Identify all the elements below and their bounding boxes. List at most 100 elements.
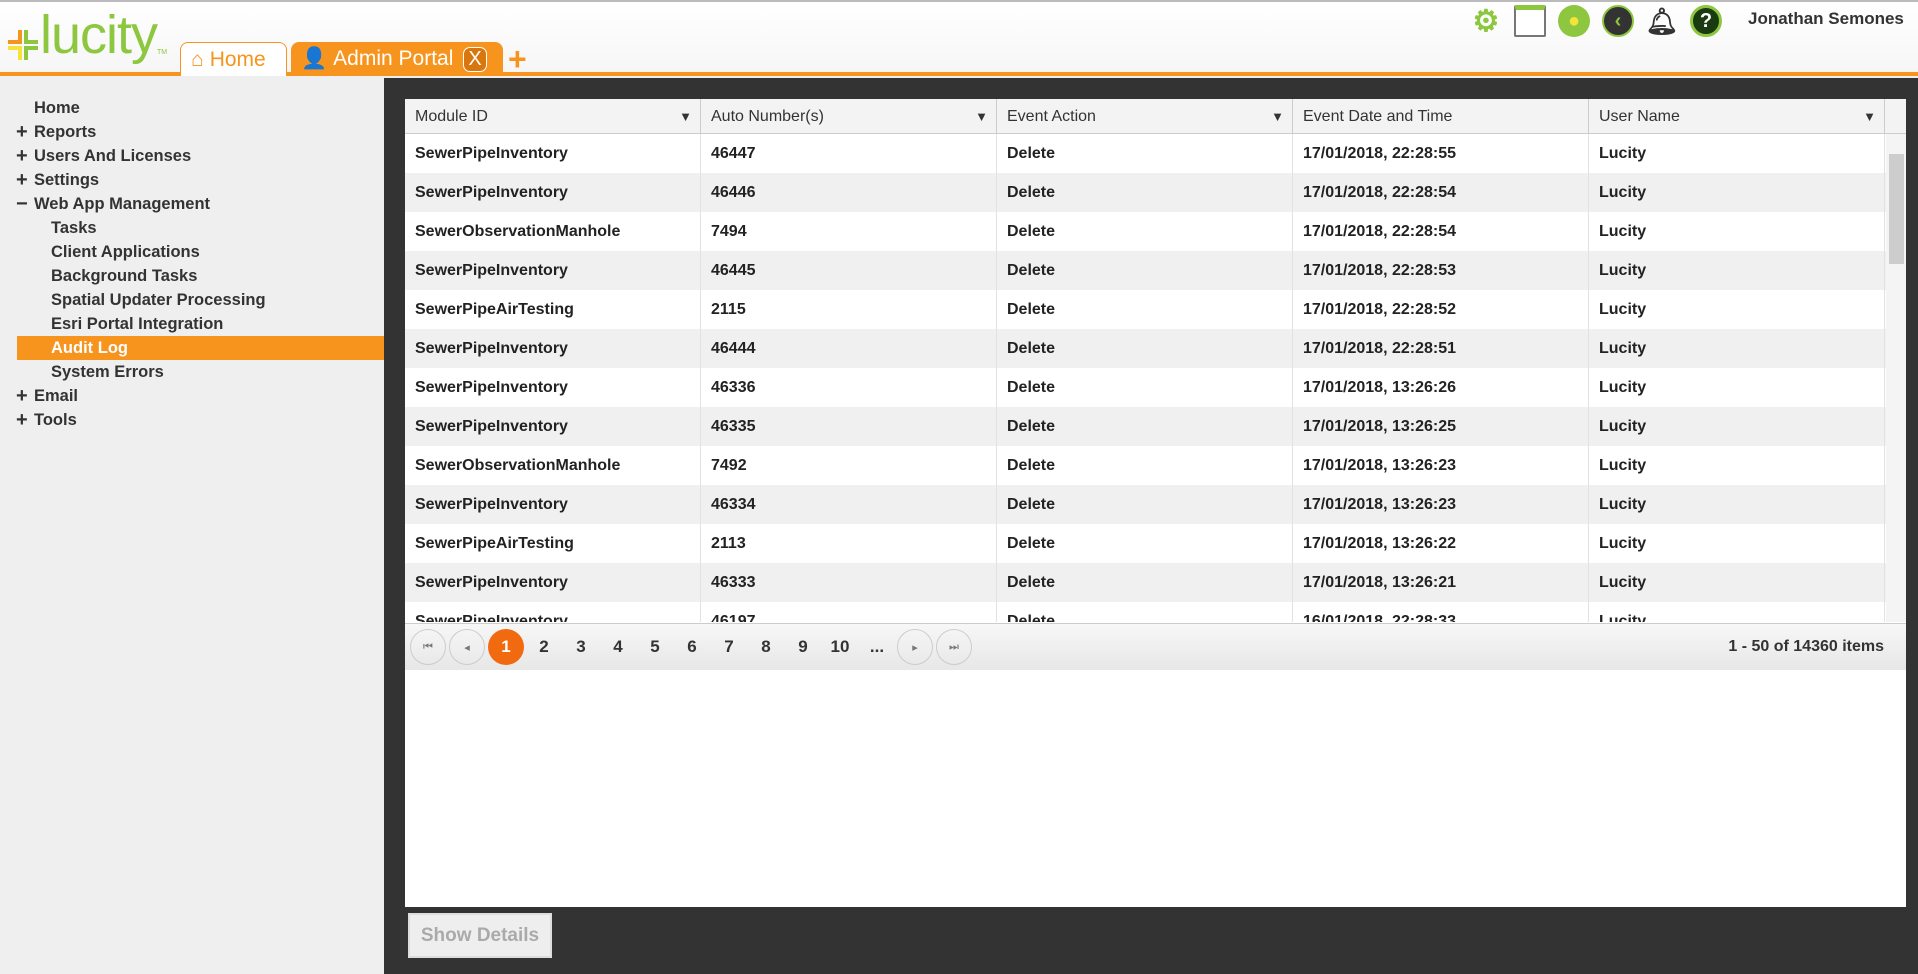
globe-location-icon[interactable]: ● [1558, 5, 1590, 37]
sidebar-item-label: System Errors [51, 362, 164, 381]
calendar-icon[interactable] [1514, 5, 1546, 37]
table-cell: 17/01/2018, 13:26:23 [1293, 485, 1589, 524]
bell-icon[interactable]: 🔔︎ [1646, 5, 1679, 37]
table-row[interactable]: SewerPipeAirTesting 2113 Delete 17/01/2018,… [405, 524, 1886, 563]
table-cell: 46447 [701, 134, 997, 173]
table-cell: 17/01/2018, 13:26:22 [1293, 524, 1589, 563]
tab-home-label: Home [209, 47, 266, 71]
expand-icon[interactable]: + [16, 409, 28, 432]
sidebar-item-label: Background Tasks [51, 266, 198, 285]
table-cell: Lucity [1589, 446, 1885, 485]
table-cell: SewerObservationManhole [405, 212, 701, 251]
add-tab-button[interactable]: + [508, 42, 527, 76]
sidebar-item-esri-portal-integration[interactable]: Esri Portal Integration [0, 312, 384, 336]
sidebar-item-audit-log[interactable]: Audit Log [17, 336, 384, 360]
page-button[interactable]: 4 [601, 629, 635, 665]
table-cell: Lucity [1589, 329, 1885, 368]
sidebar-item-background-tasks[interactable]: Background Tasks [0, 264, 384, 288]
show-details-button[interactable]: Show Details [408, 913, 552, 958]
table-row[interactable]: SewerPipeInventory 46447 Delete 17/01/2018,… [405, 134, 1886, 173]
column-header[interactable]: Auto Number(s) ▼ [701, 99, 997, 133]
table-row[interactable]: SewerPipeInventory 46444 Delete 17/01/2018,… [405, 329, 1886, 368]
sidebar-item-client-applications[interactable]: Client Applications [0, 240, 384, 264]
table-row[interactable]: SewerPipeInventory 46333 Delete 17/01/2018,… [405, 563, 1886, 602]
table-row[interactable]: SewerPipeInventory 46446 Delete 17/01/2018,… [405, 173, 1886, 212]
column-header[interactable]: Module ID ▼ [405, 99, 701, 133]
sidebar-item-label: Tools [34, 410, 77, 429]
page-button[interactable]: 7 [712, 629, 746, 665]
expand-icon[interactable]: + [16, 385, 28, 408]
table-cell: 46444 [701, 329, 997, 368]
grid-header: Module ID ▼ Auto Number(s) ▼ Event Action ▼ Ev… [405, 99, 1906, 134]
next-page-button[interactable]: ▸ [897, 629, 933, 665]
table-row[interactable]: SewerPipeInventory 46197 Delete 16/01/2018,… [405, 602, 1886, 622]
expand-icon[interactable]: + [16, 121, 28, 144]
table-cell: 46445 [701, 251, 997, 290]
grid-body: SewerPipeInventory 46447 Delete 17/01/2018,… [405, 134, 1886, 622]
page-button[interactable]: 10 [823, 629, 857, 665]
table-cell: Delete [997, 173, 1293, 212]
collapse-icon[interactable]: − [16, 193, 28, 216]
table-row[interactable]: SewerObservationManhole 7494 Delete 17/01/2… [405, 212, 1886, 251]
sidebar-item-label: Esri Portal Integration [51, 314, 224, 333]
table-cell: 17/01/2018, 22:28:54 [1293, 212, 1589, 251]
table-cell: 46197 [701, 602, 997, 622]
column-header-label: Event Action [1007, 108, 1096, 125]
sidebar-item-web-app-management[interactable]: − Web App Management [0, 192, 384, 216]
page-button[interactable]: 9 [786, 629, 820, 665]
sidebar-item-tools[interactable]: + Tools [0, 408, 384, 432]
clock-icon[interactable]: ‹ [1602, 5, 1634, 37]
sidebar-item-settings[interactable]: + Settings [0, 168, 384, 192]
prev-page-button[interactable]: ◂ [449, 629, 485, 665]
column-header[interactable]: User Name ▼ [1589, 99, 1885, 133]
expand-icon[interactable]: + [16, 145, 28, 168]
table-cell: Lucity [1589, 563, 1885, 602]
page-button[interactable]: 1 [488, 629, 524, 665]
first-page-button[interactable]: ⏮ [410, 629, 446, 665]
sidebar-item-system-errors[interactable]: System Errors [0, 360, 384, 384]
tab-home[interactable]: ⌂ Home [180, 42, 287, 76]
page-button[interactable]: 8 [749, 629, 783, 665]
sidebar-item-reports[interactable]: + Reports [0, 120, 384, 144]
table-row[interactable]: SewerObservationManhole 7492 Delete 17/01/2… [405, 446, 1886, 485]
page-button[interactable]: 5 [638, 629, 672, 665]
table-cell: Lucity [1589, 524, 1885, 563]
page-button[interactable]: 2 [527, 629, 561, 665]
filter-icon[interactable]: ▼ [1271, 109, 1284, 124]
last-page-button[interactable]: ⏭ [936, 629, 972, 665]
sidebar-item-email[interactable]: + Email [0, 384, 384, 408]
table-row[interactable]: SewerPipeInventory 46334 Delete 17/01/2018,… [405, 485, 1886, 524]
table-row[interactable]: SewerPipeInventory 46445 Delete 17/01/2018,… [405, 251, 1886, 290]
close-tab-button[interactable]: X [463, 46, 487, 72]
column-header[interactable]: Event Action ▼ [997, 99, 1293, 133]
table-row[interactable]: SewerPipeInventory 46335 Delete 17/01/2018,… [405, 407, 1886, 446]
table-cell: SewerPipeInventory [405, 407, 701, 446]
sidebar-item-spatial-updater-processing[interactable]: Spatial Updater Processing [0, 288, 384, 312]
sidebar-item-home[interactable]: Home [0, 96, 384, 120]
sidebar-item-label: Audit Log [51, 338, 128, 357]
table-row[interactable]: SewerPipeInventory 46336 Delete 17/01/2018,… [405, 368, 1886, 407]
table-cell: Delete [997, 212, 1293, 251]
gear-icon[interactable]: ⚙ [1470, 5, 1502, 38]
filter-icon[interactable]: ▼ [975, 109, 988, 124]
expand-icon[interactable]: + [16, 169, 28, 192]
table-row[interactable]: SewerPipeAirTesting 2115 Delete 17/01/2018,… [405, 290, 1886, 329]
scrollbar-thumb[interactable] [1889, 154, 1904, 264]
page-button[interactable]: 3 [564, 629, 598, 665]
table-cell: Delete [997, 485, 1293, 524]
page-button[interactable]: ... [860, 629, 894, 665]
table-cell: SewerPipeInventory [405, 251, 701, 290]
sidebar-item-users-and-licenses[interactable]: + Users And Licenses [0, 144, 384, 168]
filter-icon[interactable]: ▼ [679, 109, 692, 124]
sidebar-item-tasks[interactable]: Tasks [0, 216, 384, 240]
filter-icon[interactable]: ▼ [1863, 109, 1876, 124]
tab-admin-portal[interactable]: 👤 Admin Portal X [291, 42, 503, 76]
help-icon[interactable]: ? [1690, 5, 1722, 37]
page-button[interactable]: 6 [675, 629, 709, 665]
table-cell: Lucity [1589, 368, 1885, 407]
vertical-scrollbar[interactable] [1886, 134, 1906, 622]
column-header[interactable]: Event Date and Time [1293, 99, 1589, 133]
main-content: Module ID ▼ Auto Number(s) ▼ Event Action ▼ Ev… [384, 78, 1918, 974]
user-name[interactable]: Jonathan Semones [1748, 9, 1904, 29]
table-cell: Lucity [1589, 602, 1885, 622]
